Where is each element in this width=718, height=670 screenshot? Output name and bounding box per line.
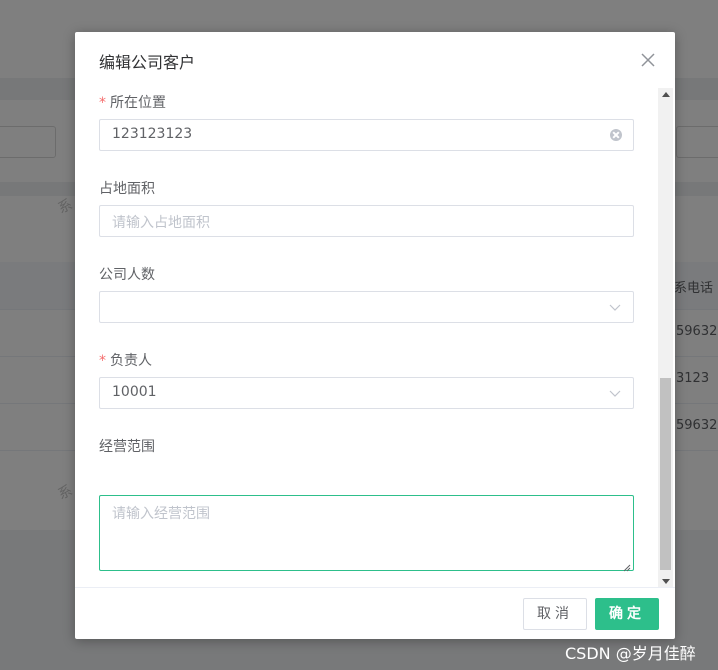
headcount-label: 公司人数 [99,267,155,283]
chevron-down-icon [608,386,622,400]
scope-textarea[interactable]: 请输入经营范围 [99,495,634,572]
dialog-title: 编辑公司客户 [99,53,196,72]
owner-select[interactable]: 10001 [99,377,634,409]
location-input[interactable]: 123123123 [99,119,634,151]
scroll-up-arrow-icon[interactable] [662,92,670,97]
owner-label: * 负责人 [99,350,152,370]
area-input[interactable]: 请输入占地面积 [99,205,634,237]
scope-textarea-placeholder: 请输入经营范围 [112,506,210,522]
close-icon[interactable] [637,49,659,71]
resize-grip-icon[interactable] [623,560,631,572]
location-label-text: 所在位置 [110,95,166,111]
dialog-scrollbar[interactable] [658,88,673,587]
area-label: 占地面积 [99,181,155,197]
watermark-credit: CSDN @岁月佳醉 [565,644,696,663]
confirm-button[interactable]: 确定 [595,598,659,630]
scrollbar-thumb[interactable] [660,378,671,570]
required-mark: * [99,353,106,369]
headcount-select[interactable] [99,291,634,323]
dialog-body: * 所在位置 123123123 占地面积 请输入占地面积 公司人数 * 负责人 1… [75,88,675,588]
chevron-down-icon [608,300,622,314]
clear-icon[interactable] [610,129,622,141]
location-input-value: 123123123 [112,126,193,142]
scope-label: 经营范围 [99,439,155,455]
area-input-placeholder: 请输入占地面积 [112,215,210,231]
dialog-header: 编辑公司客户 [75,32,675,88]
scroll-down-arrow-icon[interactable] [662,579,670,584]
cancel-button[interactable]: 取消 [523,598,587,630]
owner-label-text: 负责人 [110,353,152,369]
location-label: * 所在位置 [99,92,166,112]
dialog-footer: 取消 确定 [75,588,675,639]
required-mark: * [99,95,106,111]
owner-select-value: 10001 [112,384,157,400]
edit-company-dialog: 编辑公司客户 * 所在位置 123123123 占地面积 请输入占地面积 公司人数… [75,32,675,639]
